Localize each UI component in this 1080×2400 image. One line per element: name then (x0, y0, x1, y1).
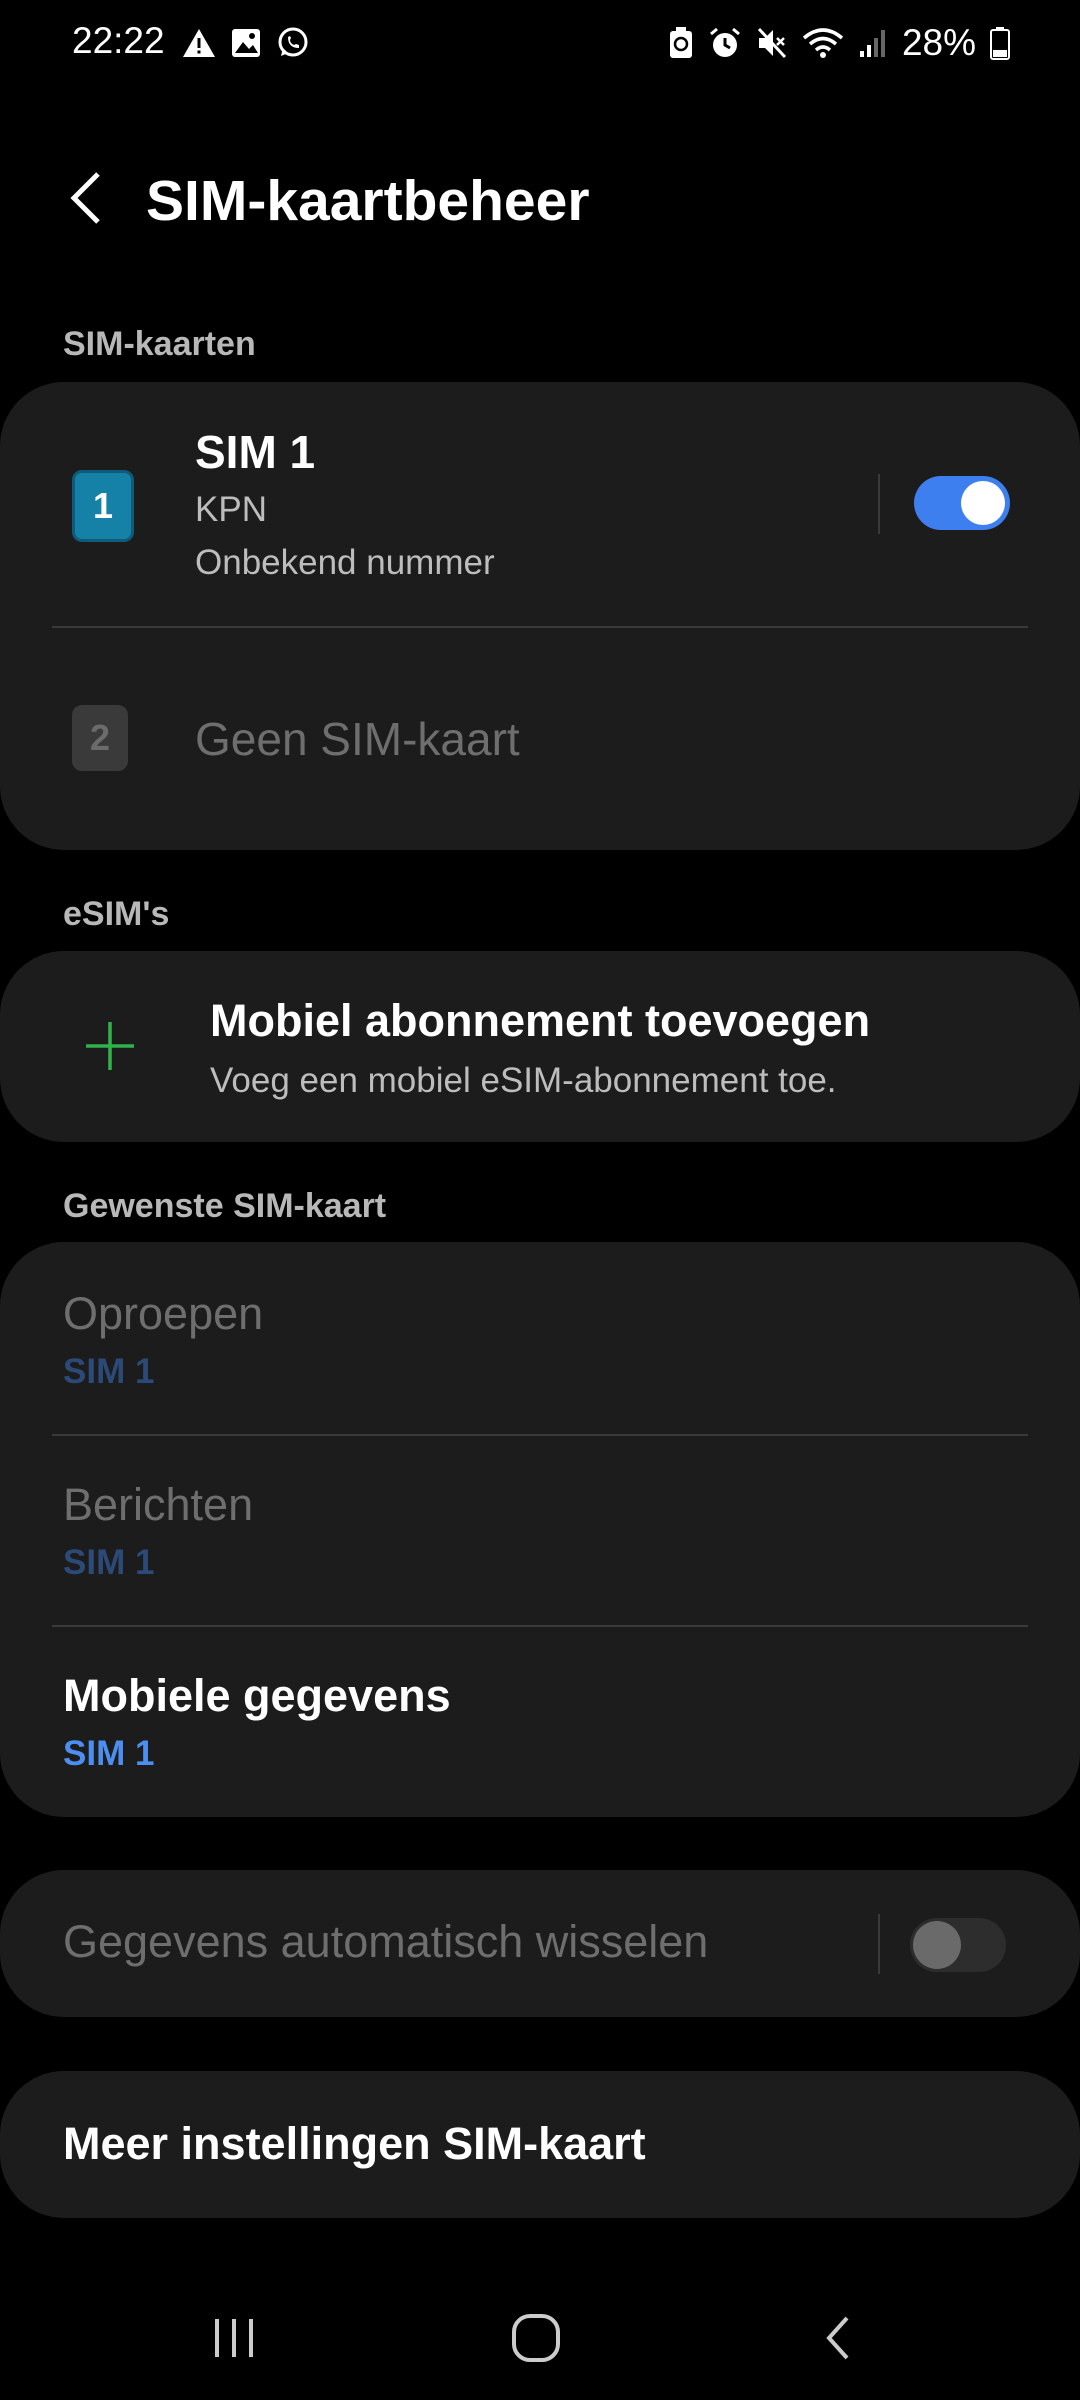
sim1-toggle-divider (878, 474, 880, 534)
messages-value: SIM 1 (63, 1543, 155, 1582)
sim1-toggle[interactable] (914, 476, 1010, 530)
sim1-number: Onbekend nummer (195, 543, 495, 582)
calls-title: Oproepen (63, 1288, 264, 1339)
alarm-icon (709, 27, 740, 57)
sim2-card-icon: 2 (72, 705, 128, 771)
image-icon (232, 29, 260, 57)
auto-switch-label: Gegevens automatisch wisselen (63, 1916, 709, 1967)
calls-value: SIM 1 (63, 1352, 155, 1391)
chevron-left-icon (70, 172, 100, 224)
sim1-name: SIM 1 (195, 426, 316, 478)
battery-saver-icon (669, 27, 692, 58)
add-esim-subtitle: Voeg een mobiel eSIM-abonnement toe. (210, 1061, 837, 1100)
warning-icon (183, 29, 215, 57)
section-label-preferred-sim: Gewenste SIM-kaart (63, 1187, 387, 1225)
messages-title: Berichten (63, 1479, 254, 1530)
whatsapp-icon (278, 27, 308, 57)
divider (52, 626, 1028, 628)
nav-back-button[interactable] (778, 2293, 898, 2383)
status-right-icons: 28% (668, 22, 1010, 64)
section-label-sim-cards: SIM-kaarten (63, 325, 256, 363)
sim1-card-icon: 1 (72, 470, 134, 542)
signal-icon (859, 30, 885, 57)
mobile-data-title: Mobiele gegevens (63, 1670, 451, 1721)
status-time: 22:22 (72, 20, 165, 61)
auto-switch-divider (878, 1914, 880, 1974)
add-esim-title: Mobiel abonnement toevoegen (210, 995, 871, 1046)
recent-apps-icon (215, 2319, 253, 2357)
nav-home-button[interactable] (476, 2293, 596, 2383)
toggle-knob (913, 1921, 961, 1969)
mobile-data-row[interactable] (0, 1627, 1080, 1817)
back-icon (826, 2316, 849, 2360)
sim2-status: Geen SIM-kaart (195, 713, 520, 765)
status-left-icons (182, 26, 310, 60)
more-sim-settings-label: Meer instellingen SIM-kaart (63, 2118, 646, 2169)
mobile-data-value: SIM 1 (63, 1734, 155, 1773)
page-title: SIM-kaartbeheer (146, 169, 590, 233)
mute-icon (757, 27, 787, 59)
back-button[interactable] (56, 160, 116, 236)
messages-row[interactable] (0, 1436, 1080, 1626)
sim1-carrier: KPN (195, 490, 267, 529)
plus-icon (86, 1022, 134, 1070)
battery-icon (990, 27, 1010, 60)
battery-percentage: 28% (901, 22, 976, 63)
toggle-knob (961, 481, 1005, 525)
home-icon (512, 2314, 560, 2362)
nav-recent-apps-button[interactable] (174, 2293, 294, 2383)
wifi-icon (802, 28, 844, 58)
auto-switch-toggle[interactable] (910, 1918, 1006, 1972)
section-label-esim: eSIM's (63, 895, 170, 933)
